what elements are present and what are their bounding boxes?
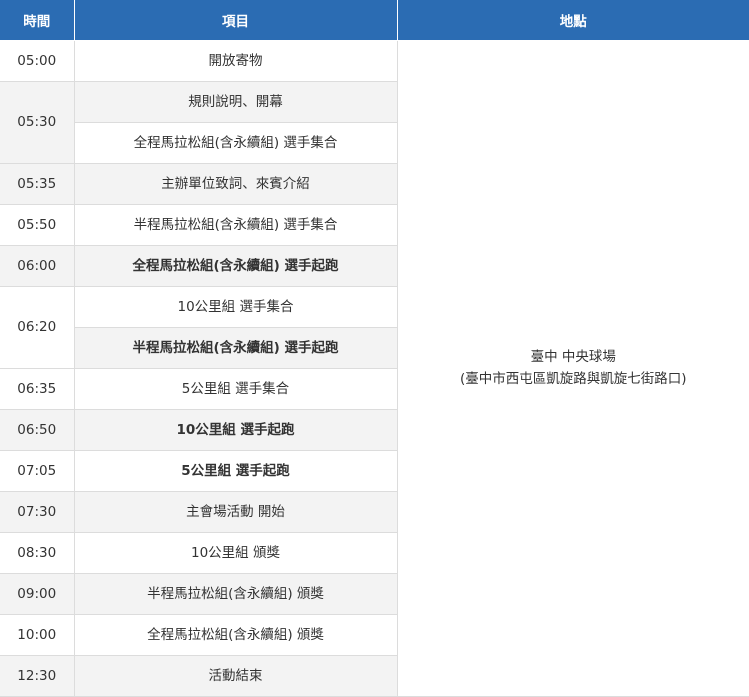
time-cell: 08:30 — [0, 533, 74, 574]
item-text: 5公里組 選手起跑 — [181, 463, 290, 479]
time-cell: 05:30 — [0, 82, 74, 164]
header-time: 時間 — [0, 0, 74, 41]
item-cell: 全程馬拉松組(含永續組) 頒獎 — [74, 615, 397, 656]
header-location: 地點 — [397, 0, 749, 41]
time-cell: 10:00 — [0, 615, 74, 656]
time-cell: 12:30 — [0, 656, 74, 697]
time-cell: 07:30 — [0, 492, 74, 533]
item-text: 10公里組 選手起跑 — [177, 422, 295, 438]
item-cell: 5公里組 選手集合 — [74, 369, 397, 410]
time-cell: 06:20 — [0, 287, 74, 369]
header-item: 項目 — [74, 0, 397, 41]
item-cell: 10公里組 選手起跑 — [74, 410, 397, 451]
item-cell: 全程馬拉松組(含永續組) 選手集合 — [74, 123, 397, 164]
item-cell: 主會場活動 開始 — [74, 492, 397, 533]
time-cell: 06:50 — [0, 410, 74, 451]
location-cell: 臺中 中央球場 (臺中市西屯區凱旋路與凱旋七街路口) — [397, 41, 749, 697]
item-cell: 10公里組 選手集合 — [74, 287, 397, 328]
item-cell: 10公里組 頒獎 — [74, 533, 397, 574]
time-cell: 07:05 — [0, 451, 74, 492]
item-text: 半程馬拉松組(含永續組) 選手起跑 — [132, 340, 338, 356]
schedule-table: 時間 項目 地點 05:00 開放寄物 臺中 中央球場 (臺中市西屯區凱旋路與凱… — [0, 0, 749, 697]
time-cell: 05:50 — [0, 205, 74, 246]
item-cell: 開放寄物 — [74, 41, 397, 82]
time-cell: 05:35 — [0, 164, 74, 205]
item-cell: 規則說明、開幕 — [74, 82, 397, 123]
item-cell: 半程馬拉松組(含永續組) 頒獎 — [74, 574, 397, 615]
time-cell: 06:00 — [0, 246, 74, 287]
item-cell: 半程馬拉松組(含永續組) 選手起跑 — [74, 328, 397, 369]
item-text: 全程馬拉松組(含永續組) 選手起跑 — [132, 258, 338, 274]
location-name: 臺中 中央球場 — [398, 347, 749, 369]
header-row: 時間 項目 地點 — [0, 0, 749, 41]
item-cell: 活動結束 — [74, 656, 397, 697]
item-cell: 全程馬拉松組(含永續組) 選手起跑 — [74, 246, 397, 287]
location-address: (臺中市西屯區凱旋路與凱旋七街路口) — [398, 369, 749, 391]
table-row: 05:00 開放寄物 臺中 中央球場 (臺中市西屯區凱旋路與凱旋七街路口) — [0, 41, 749, 82]
item-cell: 主辦單位致詞、來賓介紹 — [74, 164, 397, 205]
time-cell: 09:00 — [0, 574, 74, 615]
time-cell: 05:00 — [0, 41, 74, 82]
time-cell: 06:35 — [0, 369, 74, 410]
item-cell: 半程馬拉松組(含永續組) 選手集合 — [74, 205, 397, 246]
item-cell: 5公里組 選手起跑 — [74, 451, 397, 492]
